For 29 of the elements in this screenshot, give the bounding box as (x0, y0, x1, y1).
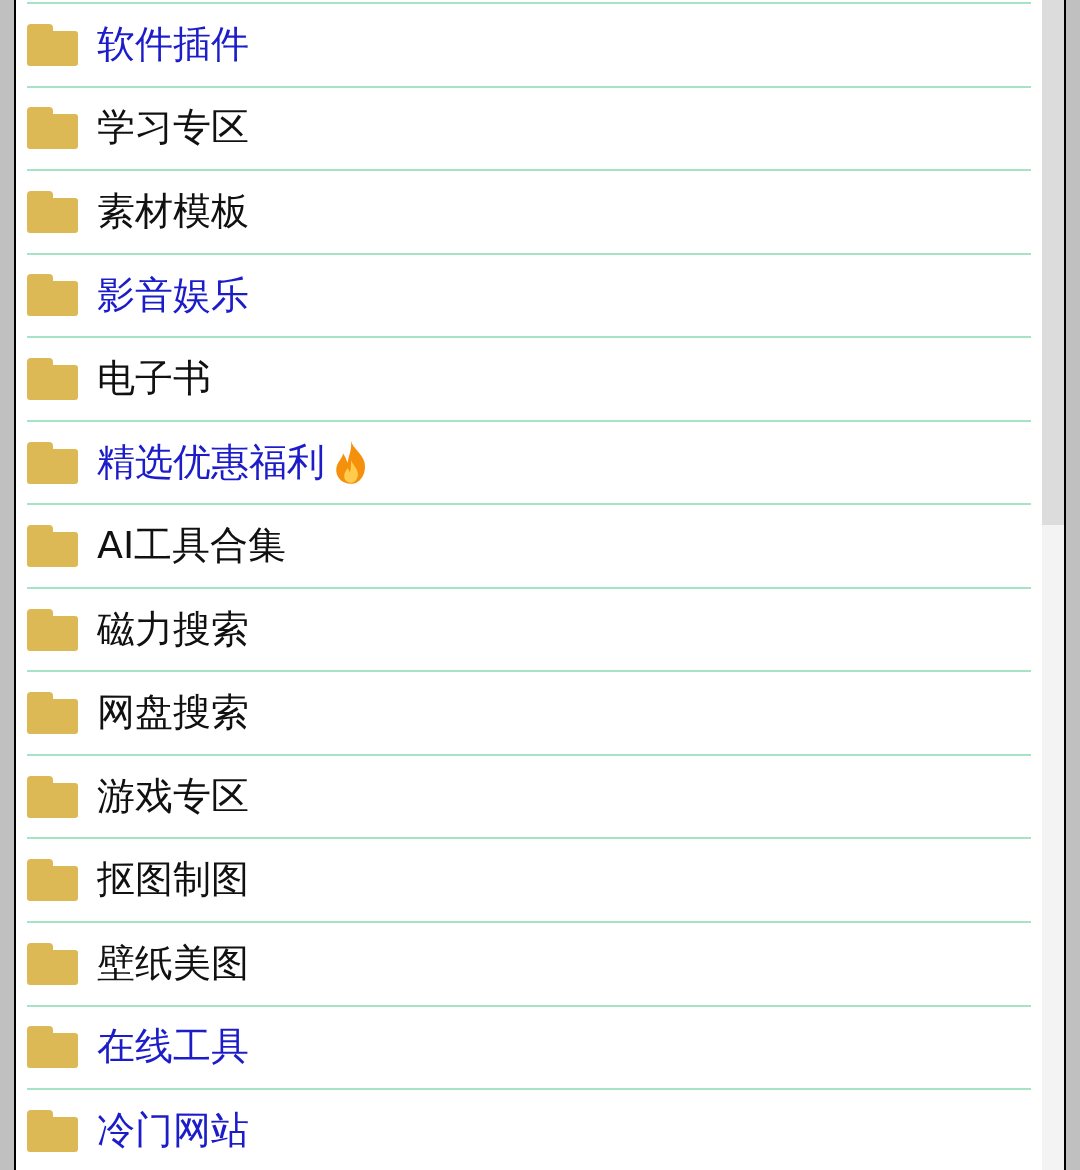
folder-icon (27, 23, 78, 66)
folder-icon (27, 274, 78, 317)
folder-icon (27, 942, 78, 985)
folder-icon (27, 775, 78, 818)
category-link[interactable]: 软件插件 (97, 22, 249, 67)
scrollbar-thumb[interactable] (1042, 0, 1064, 525)
category-link[interactable]: 抠图制图 (97, 858, 249, 903)
category-link[interactable]: 电子书 (97, 357, 211, 401)
category-link[interactable]: 游戏专区 (97, 774, 249, 819)
category-link[interactable]: 学习专区 (97, 106, 249, 151)
folder-icon (27, 692, 78, 735)
category-link[interactable]: 精选优惠福利 (97, 440, 325, 485)
folder-icon (27, 1026, 78, 1069)
category-link[interactable]: 影音娱乐 (97, 273, 249, 318)
category-link[interactable]: 壁纸美图 (97, 941, 249, 986)
category-link[interactable]: 冷门网站 (97, 1109, 249, 1153)
folder-icon (27, 441, 78, 484)
category-link[interactable]: 磁力搜索 (97, 607, 249, 652)
folder-icon (27, 1109, 78, 1152)
folder-icon (27, 859, 78, 902)
category-link[interactable]: 网盘搜索 (97, 691, 249, 735)
folder-icon (27, 608, 78, 651)
folder-icon (27, 525, 78, 568)
folder-icon (27, 107, 78, 150)
category-link[interactable]: 在线工具 (97, 1025, 249, 1070)
folder-icon (27, 357, 78, 400)
category-link[interactable]: AI工具合集 (97, 524, 287, 568)
folder-icon (27, 190, 78, 233)
category-link[interactable]: 素材模板 (97, 190, 249, 234)
